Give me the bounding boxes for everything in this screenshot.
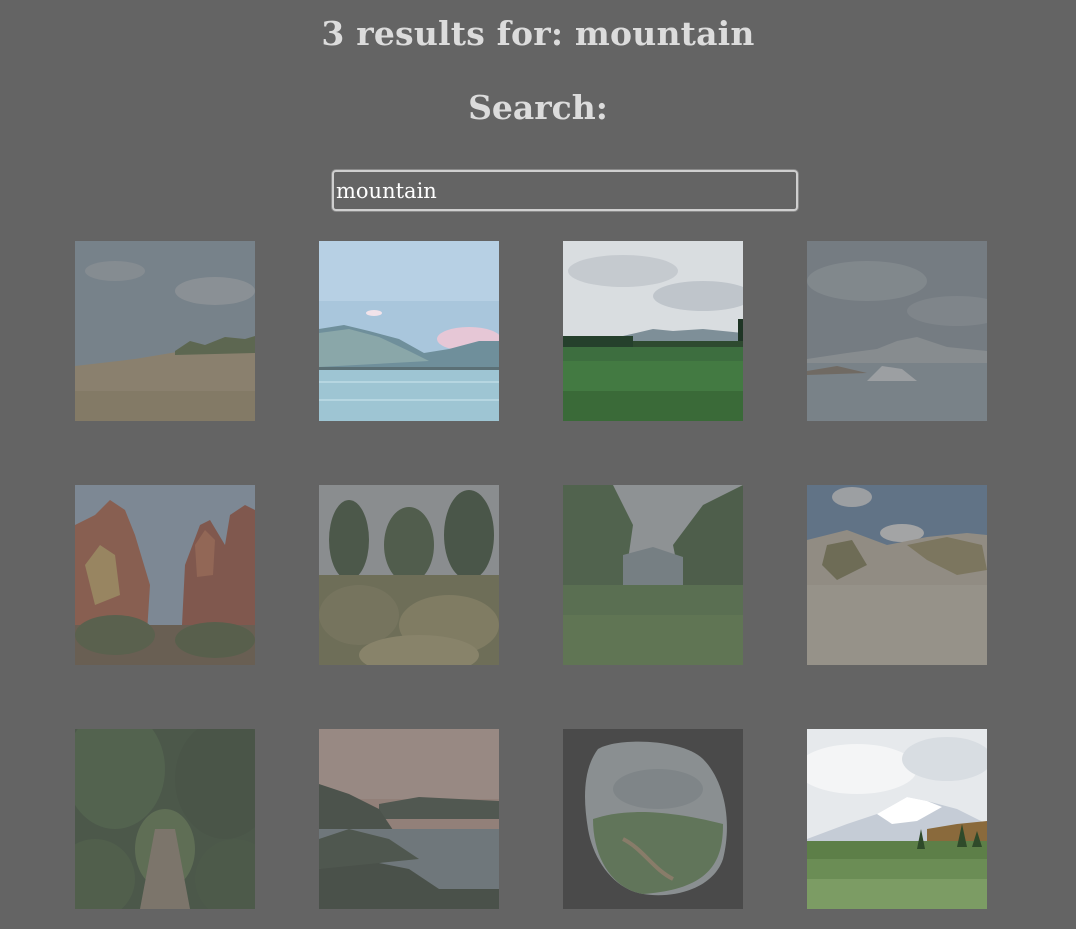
gallery-image-grassy-hill[interactable] <box>75 241 255 421</box>
gallery-image-garden-shrubs[interactable] <box>319 485 499 665</box>
snowy-mountain-image <box>807 729 987 909</box>
gallery-image-glacier-lagoon[interactable] <box>807 241 987 421</box>
search-label: Search: <box>468 88 608 127</box>
gallery-image-green-meadow[interactable] <box>563 241 743 421</box>
coastal-cliffs-image <box>319 729 499 909</box>
sand-dunes-image <box>807 485 987 665</box>
mountain-lake-image <box>319 241 499 421</box>
gallery-image-cave-view[interactable] <box>563 729 743 909</box>
garden-shrubs-image <box>319 485 499 665</box>
gallery-image-coastal-cliffs[interactable] <box>319 729 499 909</box>
gallery-image-mountain-lake[interactable] <box>319 241 499 421</box>
gallery-image-red-rock-canyon[interactable] <box>75 485 255 665</box>
forest-path-image <box>75 729 255 909</box>
red-rock-canyon-image <box>75 485 255 665</box>
cave-view-image <box>563 729 743 909</box>
search-page: 3 results for: mountain Search: <box>0 0 1076 929</box>
green-meadow-image <box>563 241 743 421</box>
gallery-image-forest-valley[interactable] <box>563 485 743 665</box>
gallery-image-sand-dunes[interactable] <box>807 485 987 665</box>
search-input[interactable] <box>332 170 798 211</box>
grassy-hill-image <box>75 241 255 421</box>
forest-valley-image <box>563 485 743 665</box>
image-gallery <box>75 241 987 909</box>
results-heading: 3 results for: mountain <box>321 14 755 53</box>
glacier-lagoon-image <box>807 241 987 421</box>
gallery-image-snowy-mountain[interactable] <box>807 729 987 909</box>
gallery-image-forest-path[interactable] <box>75 729 255 909</box>
